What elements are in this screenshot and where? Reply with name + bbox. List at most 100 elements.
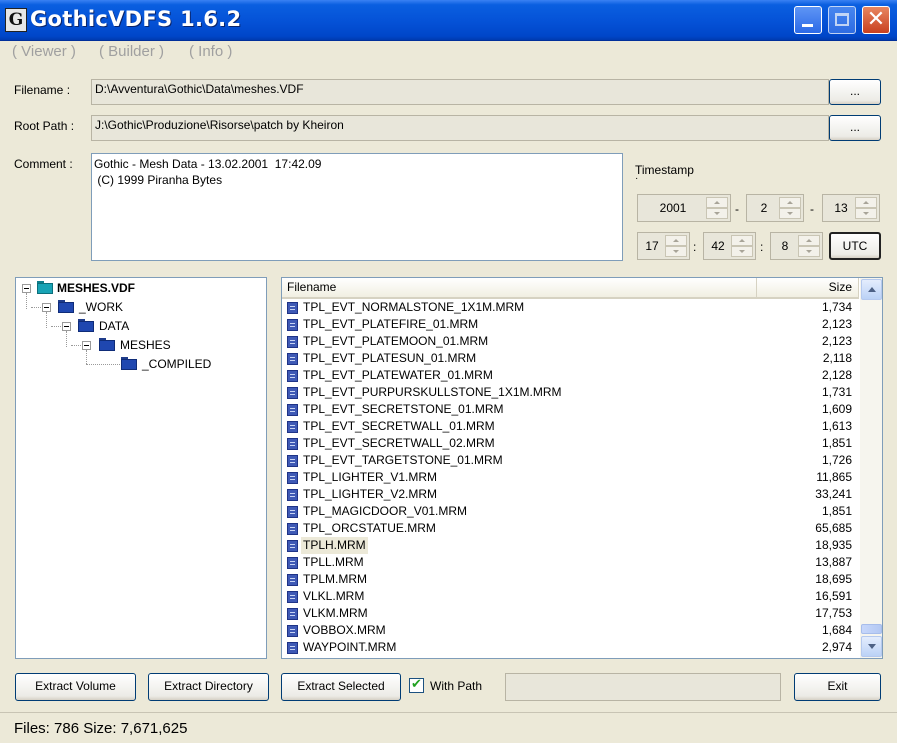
list-item[interactable]: TPL_EVT_PLATEMOON_01.MRM 2,123	[282, 333, 858, 350]
list-item[interactable]: TPL_EVT_PLATESUN_01.MRM 2,118	[282, 350, 858, 367]
year-down-arrow[interactable]	[706, 208, 728, 219]
column-filename[interactable]: Filename	[282, 278, 757, 297]
app-icon[interactable]: G	[5, 8, 27, 32]
date-separator-2: -	[810, 202, 814, 216]
second-down-arrow[interactable]	[798, 246, 820, 257]
file-name: TPL_EVT_SECRETSTONE_01.MRM	[303, 402, 504, 416]
extract-selected-button[interactable]: Extract Selected	[281, 673, 401, 701]
utc-button[interactable]: UTC	[829, 232, 881, 260]
menu-builder[interactable]: ( Builder )	[99, 43, 164, 60]
scroll-thumb[interactable]	[861, 624, 882, 634]
list-item[interactable]: TPL_EVT_PURPURSKULLSTONE_1X1M.MRM 1,731	[282, 384, 858, 401]
tree-expander-root[interactable]	[22, 284, 31, 293]
menu-viewer[interactable]: ( Viewer )	[12, 43, 76, 60]
filename-browse-button[interactable]: ...	[829, 79, 881, 105]
minute-down-arrow[interactable]	[731, 246, 753, 257]
month-up-arrow[interactable]	[779, 197, 801, 208]
tree-node-meshes[interactable]: MESHES	[120, 336, 171, 354]
tree-node-compiled[interactable]: _COMPILED	[142, 355, 211, 373]
list-item[interactable]: TPL_EVT_TARGETSTONE_01.MRM 1,726	[282, 452, 858, 469]
tree-expander-data[interactable]	[62, 322, 71, 331]
extract-directory-button[interactable]: Extract Directory	[148, 673, 269, 701]
tree-node-work[interactable]: _WORK	[79, 298, 123, 316]
list-item[interactable]: TPL_LIGHTER_V2.MRM 33,241	[282, 486, 858, 503]
hour-spinner[interactable]: 17	[637, 232, 690, 260]
folder-icon	[99, 338, 115, 351]
list-item[interactable]: VOBBOX.MRM 1,684	[282, 622, 858, 639]
file-size: 2,128	[821, 368, 852, 382]
maximize-button	[828, 6, 856, 34]
year-up-arrow[interactable]	[706, 197, 728, 208]
hour-down-arrow[interactable]	[665, 246, 687, 257]
list-item[interactable]: TPL_EVT_PLATEWATER_01.MRM 2,128	[282, 367, 858, 384]
file-name: TPL_LIGHTER_V2.MRM	[303, 487, 438, 501]
minimize-button[interactable]	[794, 6, 822, 34]
second-up-arrow[interactable]	[798, 235, 820, 246]
file-icon	[287, 489, 298, 501]
file-name: WAYPOINT.MRM	[303, 640, 397, 654]
scroll-down-button[interactable]	[861, 636, 882, 657]
tree-expander-work[interactable]	[42, 303, 51, 312]
list-item[interactable]: TPL_EVT_SECRETWALL_02.MRM 1,851	[282, 435, 858, 452]
file-name: TPL_EVT_PURPURSKULLSTONE_1X1M.MRM	[303, 385, 562, 399]
with-path-label[interactable]: With Path	[430, 679, 482, 693]
close-button[interactable]: ✕	[862, 6, 890, 34]
day-up-arrow[interactable]	[855, 197, 877, 208]
list-item[interactable]: TPL_MAGICDOOR_V01.MRM 1,851	[282, 503, 858, 520]
file-icon	[287, 557, 298, 569]
file-name: TPL_EVT_SECRETWALL_01.MRM	[303, 419, 495, 433]
filename-field[interactable]: D:\Avventura\Gothic\Data\meshes.VDF	[91, 79, 829, 105]
tree-node-data[interactable]: DATA	[99, 317, 129, 335]
directory-tree[interactable]: MESHES.VDF _WORK DATA MESHES _COMPILED	[15, 277, 267, 659]
main-window: G GothicVDFS 1.6.2 ✕ ( Viewer ) ( Builde…	[0, 0, 897, 742]
rootpath-field[interactable]: J:\Gothic\Produzione\Risorse\patch by Kh…	[91, 115, 829, 141]
day-spinner[interactable]: 13	[822, 194, 880, 222]
file-icon	[287, 625, 298, 637]
list-item[interactable]: WAYPOINT.MRM 2,974	[282, 639, 858, 656]
with-path-checkbox[interactable]	[409, 677, 424, 693]
tree-expander-meshes[interactable]	[82, 341, 91, 350]
file-name: TPL_LIGHTER_V1.MRM	[303, 470, 438, 484]
month-down-arrow[interactable]	[779, 208, 801, 219]
list-item[interactable]: TPL_EVT_PLATEFIRE_01.MRM 2,123	[282, 316, 858, 333]
rootpath-browse-button[interactable]: ...	[829, 115, 881, 141]
tree-node-meshes-vdf[interactable]: MESHES.VDF	[57, 279, 135, 297]
list-item[interactable]: TPL_EVT_SECRETWALL_01.MRM 1,613	[282, 418, 858, 435]
progress-bar	[505, 673, 781, 701]
menu-bar: ( Viewer ) ( Builder ) ( Info )	[0, 40, 897, 64]
year-spinner[interactable]: 2001	[637, 194, 731, 222]
month-spinner[interactable]: 2	[746, 194, 804, 222]
status-bar: Files: 786 Size: 7,671,625	[0, 712, 897, 743]
file-size: 11,865	[816, 470, 852, 484]
second-spinner[interactable]: 8	[770, 232, 823, 260]
minute-up-arrow[interactable]	[731, 235, 753, 246]
hour-up-arrow[interactable]	[665, 235, 687, 246]
comment-textarea[interactable]: Gothic - Mesh Data - 13.02.2001 17:42.09…	[91, 153, 623, 261]
list-item[interactable]: TPL_EVT_SECRETSTONE_01.MRM 1,609	[282, 401, 858, 418]
file-list[interactable]: Filename Size TPL_EVT_NORMALSTONE_1X1M.M…	[281, 277, 883, 659]
file-name: TPL_EVT_PLATESUN_01.MRM	[303, 351, 477, 365]
list-item[interactable]: TPL_LIGHTER_V1.MRM 11,865	[282, 469, 858, 486]
file-name: TPL_EVT_TARGETSTONE_01.MRM	[303, 453, 503, 467]
list-item[interactable]: TPLH.MRM 18,935	[282, 537, 858, 554]
file-name: TPLM.MRM	[303, 572, 367, 586]
column-size[interactable]: Size	[757, 278, 859, 297]
list-item[interactable]: TPLM.MRM 18,695	[282, 571, 858, 588]
title-bar[interactable]: G GothicVDFS 1.6.2 ✕	[0, 0, 897, 41]
list-item[interactable]: TPL_EVT_NORMALSTONE_1X1M.MRM 1,734	[282, 299, 858, 316]
vertical-scrollbar[interactable]	[860, 278, 882, 658]
file-size: 2,118	[822, 351, 852, 365]
list-item[interactable]: VLKL.MRM 16,591	[282, 588, 858, 605]
folder-open-icon	[121, 357, 137, 370]
list-item[interactable]: TPLL.MRM 13,887	[282, 554, 858, 571]
file-icon	[287, 353, 298, 365]
list-item[interactable]: TPL_ORCSTATUE.MRM 65,685	[282, 520, 858, 537]
file-size: 2,123	[821, 334, 852, 348]
list-item[interactable]: VLKM.MRM 17,753	[282, 605, 858, 622]
menu-info[interactable]: ( Info )	[189, 43, 232, 60]
minute-spinner[interactable]: 42	[703, 232, 756, 260]
day-down-arrow[interactable]	[855, 208, 877, 219]
scroll-up-button[interactable]	[861, 279, 882, 300]
extract-volume-button[interactable]: Extract Volume	[15, 673, 136, 701]
exit-button[interactable]: Exit	[794, 673, 881, 701]
